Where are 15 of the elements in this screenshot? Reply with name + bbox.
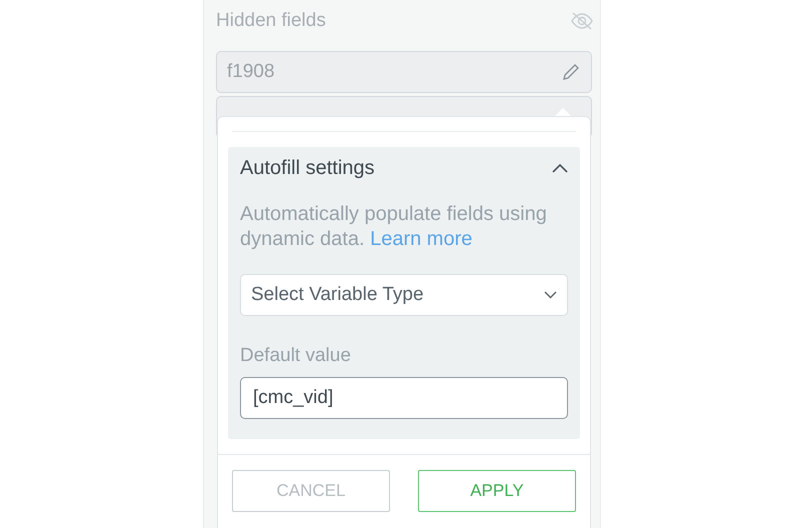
eye-off-icon[interactable] bbox=[571, 12, 593, 30]
variable-type-select[interactable]: Select Variable Type bbox=[240, 274, 568, 316]
field-label: Default value bbox=[240, 345, 352, 367]
learn-more-link[interactable]: Learn more bbox=[370, 228, 472, 250]
description-text: Automatically populate fields using dynamic data. Learn more bbox=[240, 202, 548, 252]
chevron-up-icon[interactable] bbox=[552, 163, 568, 173]
section-title: Hidden fields bbox=[216, 10, 326, 32]
field-value: f1908 bbox=[227, 61, 275, 83]
apply-button[interactable]: APPLY bbox=[418, 470, 576, 512]
section-heading: Autofill settings bbox=[240, 156, 375, 180]
cancel-button[interactable]: CANCEL bbox=[232, 470, 390, 512]
default-value-input[interactable]: [cmc_vid] bbox=[240, 377, 568, 419]
pencil-icon[interactable] bbox=[561, 62, 581, 82]
hidden-field[interactable]: f1908 bbox=[216, 51, 592, 93]
chevron-down-icon bbox=[544, 291, 557, 299]
